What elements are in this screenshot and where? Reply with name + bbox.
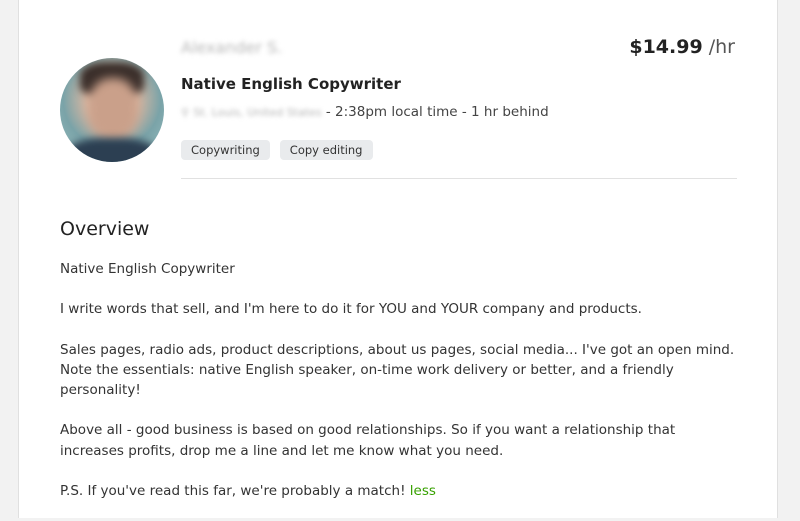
divider	[181, 178, 737, 179]
location-text: St. Louis, United States	[193, 106, 322, 119]
skill-tag-copy-editing[interactable]: Copy editing	[279, 140, 373, 160]
overview-paragraph: Above all - good business is based on go…	[60, 422, 676, 459]
overview-heading: Overview	[60, 218, 150, 240]
overview-last-paragraph: P.S. If you've read this far, we're prob…	[60, 481, 740, 501]
profile-card: Alexander S. $14.99 /hr Native English C…	[18, 0, 778, 518]
rate-amount: $14.99	[629, 36, 703, 58]
less-link[interactable]: less	[410, 483, 436, 499]
overview-paragraph: P.S. If you've read this far, we're prob…	[60, 483, 410, 500]
rate-unit: /hr	[708, 36, 735, 58]
local-time-text: - 2:38pm local time - 1 hr behind	[325, 104, 549, 120]
profile-title: Native English Copywriter	[181, 75, 401, 93]
skill-tags: Copywriting Copy editing	[181, 140, 373, 160]
hourly-rate: $14.99 /hr	[629, 36, 735, 58]
overview-text: Native English Copywriter I write words …	[60, 259, 740, 521]
avatar[interactable]	[60, 58, 164, 162]
overview-paragraph: Sales pages, radio ads, product descript…	[60, 341, 735, 399]
overview-paragraph: Native English Copywriter	[60, 261, 235, 277]
location-row: ⚲ St. Louis, United States - 2:38pm loca…	[181, 104, 549, 120]
freelancer-name: Alexander S.	[181, 38, 283, 57]
location-pin-icon: ⚲	[181, 106, 190, 119]
skill-tag-copywriting[interactable]: Copywriting	[181, 140, 270, 160]
overview-paragraph: I write words that sell, and I'm here to…	[60, 301, 642, 318]
